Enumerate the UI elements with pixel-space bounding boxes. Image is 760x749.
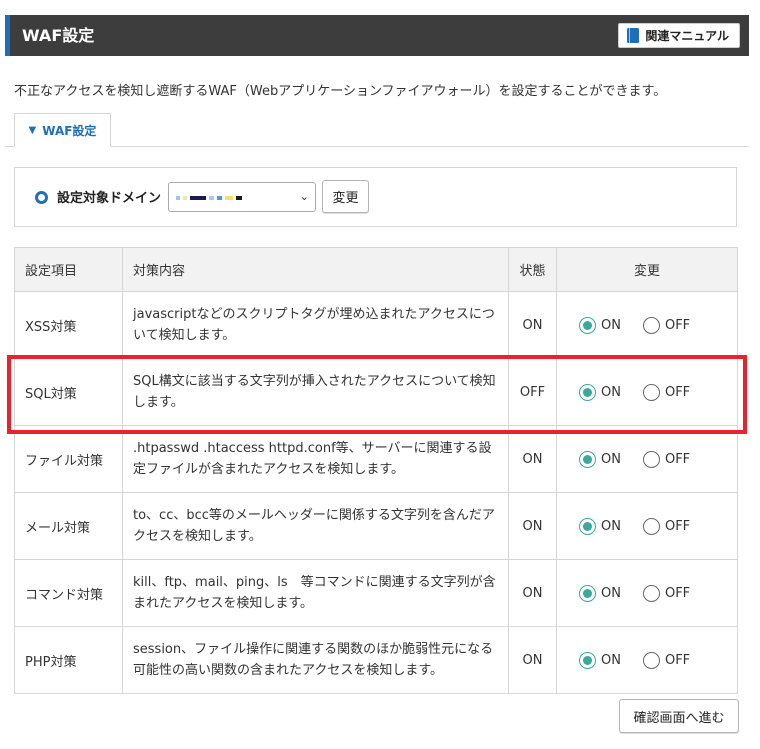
setting-status: ON — [508, 425, 557, 493]
domain-select[interactable]: ⌄ — [168, 182, 316, 212]
radio-on-option[interactable]: ON — [579, 517, 621, 535]
on-off-radio-group: ON OFF — [567, 383, 737, 401]
setting-item-name: ファイル対策 — [14, 425, 123, 493]
radio-off-button[interactable] — [642, 584, 660, 602]
on-off-radio-group: ON OFF — [567, 316, 737, 334]
waf-settings-page: WAF設定 関連マニュアル 不正なアクセスを検知し遮断するWAF（Webアプリケ… — [0, 0, 760, 749]
radio-on-option[interactable]: ON — [579, 383, 621, 401]
setting-description: kill、ftp、mail、ping、ls 等コマンドに関連する文字列が含まれた… — [122, 559, 509, 627]
setting-change-cell: ON OFF — [556, 358, 738, 426]
on-off-radio-group: ON OFF — [567, 517, 737, 535]
radio-off-button[interactable] — [642, 316, 660, 334]
radio-off-label: OFF — [664, 451, 691, 467]
tab-waf-settings[interactable]: ▼ WAF設定 — [14, 113, 111, 147]
radio-off-label: OFF — [664, 585, 691, 601]
setting-change-cell: ON OFF — [556, 559, 738, 627]
setting-status: ON — [508, 626, 557, 694]
radio-on-label: ON — [601, 451, 621, 467]
table-row: ファイル対策 .htpasswd .htaccess httpd.conf等、サー… — [14, 425, 738, 493]
radio-off-label: OFF — [664, 652, 691, 668]
setting-status: ON — [508, 559, 557, 627]
setting-item-name: PHP対策 — [14, 626, 123, 694]
radio-off-option[interactable]: OFF — [642, 517, 691, 535]
table-row: コマンド対策 kill、ftp、mail、ping、ls 等コマンドに関連する文字… — [14, 559, 738, 627]
radio-off-option[interactable]: OFF — [642, 316, 691, 334]
table-row: SQL対策 SQL構文に該当する文字列が挿入されたアクセスについて検知します。 OF… — [14, 358, 738, 426]
radio-off-label: OFF — [664, 384, 691, 400]
header-bar: WAF設定 関連マニュアル — [5, 15, 749, 56]
radio-on-option[interactable]: ON — [579, 651, 621, 669]
setting-description: to、cc、bcc等のメールヘッダーに関係する文字列を含んだアクセスを検知します… — [122, 492, 509, 560]
setting-description: SQL構文に該当する文字列が挿入されたアクセスについて検知します。 — [122, 358, 509, 426]
column-header-change: 変更 — [556, 247, 738, 292]
table-header-row: 設定項目 対策内容 状態 変更 — [14, 247, 738, 292]
on-off-radio-group: ON OFF — [567, 651, 737, 669]
setting-change-cell: ON OFF — [556, 425, 738, 493]
radio-on-label: ON — [601, 317, 621, 333]
radio-on-option[interactable]: ON — [579, 450, 621, 468]
radio-off-button[interactable] — [642, 450, 660, 468]
radio-off-button[interactable] — [642, 383, 660, 401]
manual-button[interactable]: 関連マニュアル — [618, 23, 740, 48]
setting-item-name: SQL対策 — [14, 358, 123, 426]
page-description: 不正なアクセスを検知し遮断するWAF（Webアプリケーションファイアウォール）を… — [14, 84, 667, 99]
tab-divider — [5, 146, 749, 147]
table-row: メール対策 to、cc、bcc等のメールヘッダーに関係する文字列を含んだアクセスを… — [14, 492, 738, 560]
radio-on-button[interactable] — [579, 316, 596, 334]
setting-change-cell: ON OFF — [556, 626, 738, 694]
radio-on-label: ON — [601, 518, 621, 534]
page-title: WAF設定 — [22, 26, 95, 45]
waf-settings-table: 設定項目 対策内容 状態 変更 XSS対策 javascriptなどのスクリプトタ… — [14, 247, 738, 694]
domain-label: 設定対象ドメイン — [57, 191, 162, 206]
setting-change-cell: ON OFF — [556, 492, 738, 560]
setting-change-cell: ON OFF — [556, 291, 738, 359]
table-row: XSS対策 javascriptなどのスクリプトタグが埋め込まれたアクセスについて… — [14, 291, 738, 359]
radio-off-option[interactable]: OFF — [642, 383, 691, 401]
change-domain-button[interactable]: 変更 — [322, 180, 369, 213]
setting-description: javascriptなどのスクリプトタグが埋め込まれたアクセスについて検知します… — [122, 291, 509, 359]
column-header-status: 状態 — [508, 247, 557, 292]
domain-selector-panel: 設定対象ドメイン ⌄ 変更 — [14, 167, 737, 227]
radio-on-button[interactable] — [579, 584, 596, 602]
radio-on-option[interactable]: ON — [579, 584, 621, 602]
chevron-down-icon: ▼ — [28, 124, 37, 136]
setting-description: session、ファイル操作に関連する関数のほか脆弱性元になる可能性の高い関数の… — [122, 626, 509, 694]
radio-off-button[interactable] — [642, 517, 660, 535]
setting-item-name: XSS対策 — [14, 291, 123, 359]
radio-on-button[interactable] — [579, 517, 596, 535]
radio-off-label: OFF — [664, 317, 691, 333]
table-row: PHP対策 session、ファイル操作に関連する関数のほか脆弱性元になる可能性の… — [14, 626, 738, 694]
column-header-item: 設定項目 — [14, 247, 123, 292]
chevron-down-icon: ⌄ — [299, 190, 309, 203]
domain-radio-indicator — [35, 191, 48, 204]
on-off-radio-group: ON OFF — [567, 450, 737, 468]
tab-label: WAF設定 — [42, 123, 97, 138]
radio-on-label: ON — [601, 384, 621, 400]
radio-on-button[interactable] — [579, 450, 596, 468]
radio-off-option[interactable]: OFF — [642, 584, 691, 602]
radio-off-button[interactable] — [642, 651, 660, 669]
book-icon — [627, 28, 640, 43]
radio-off-option[interactable]: OFF — [642, 450, 691, 468]
manual-button-label: 関連マニュアル — [645, 29, 729, 43]
setting-description: .htpasswd .htaccess httpd.conf等、サーバーに関連す… — [122, 425, 509, 493]
radio-on-button[interactable] — [579, 651, 596, 669]
setting-item-name: メール対策 — [14, 492, 123, 560]
column-header-description: 対策内容 — [122, 247, 509, 292]
radio-on-option[interactable]: ON — [579, 316, 621, 334]
radio-on-label: ON — [601, 652, 621, 668]
setting-item-name: コマンド対策 — [14, 559, 123, 627]
setting-status: OFF — [508, 358, 557, 426]
setting-status: ON — [508, 291, 557, 359]
radio-on-label: ON — [601, 585, 621, 601]
setting-status: ON — [508, 492, 557, 560]
radio-off-label: OFF — [664, 518, 691, 534]
confirm-button[interactable]: 確認画面へ進む — [619, 699, 739, 733]
masked-domain-value — [176, 196, 248, 202]
on-off-radio-group: ON OFF — [567, 584, 737, 602]
radio-on-button[interactable] — [579, 383, 596, 401]
radio-off-option[interactable]: OFF — [642, 651, 691, 669]
